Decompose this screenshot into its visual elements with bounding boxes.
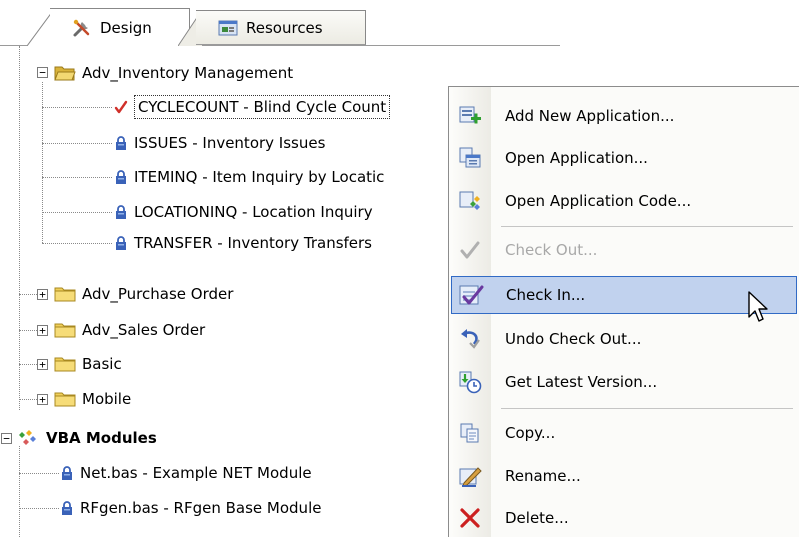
tree-item-locationinq[interactable]: LOCATIONINQ - Location Inquiry [114, 195, 373, 229]
menu-item-open-application[interactable]: Open Application... [451, 139, 797, 177]
menu-item-label: Check Out... [505, 241, 598, 259]
menu-item-label: Check In... [506, 286, 586, 304]
lock-icon [116, 136, 126, 150]
tree-item-label: TRANSFER - Inventory Transfers [134, 234, 373, 252]
tree-item-label: Net.bas - Example NET Module [80, 464, 312, 482]
tab-strip: Design Resources [0, 0, 560, 46]
tree-item-transfer[interactable]: TRANSFER - Inventory Transfers [114, 226, 372, 260]
tree-folder-adv-sales-order[interactable]: Adv_Sales Order [54, 313, 205, 347]
expander-vba-modules[interactable]: − [1, 433, 12, 444]
tree-item-label: LOCATIONINQ - Location Inquiry [134, 203, 373, 221]
tree-item-label: RFgen.bas - RFgen Base Module [80, 499, 322, 517]
tree-item-label: ISSUES - Inventory Issues [134, 134, 326, 152]
menu-separator [501, 226, 793, 227]
tree-folder-adv-inventory[interactable]: Adv_Inventory Management [54, 56, 293, 90]
tab-design[interactable]: Design [50, 8, 190, 46]
lock-icon [62, 501, 72, 515]
menu-item-label: Add New Application... [505, 107, 675, 125]
mouse-cursor-icon [748, 291, 768, 322]
get-latest-icon [459, 371, 482, 394]
menu-item-get-latest-version[interactable]: Get Latest Version... [451, 363, 797, 401]
tree-item-label: ITEMINQ - Item Inquiry by Locatic [134, 168, 385, 186]
expander-basic[interactable]: + [37, 359, 48, 370]
tree-line [19, 446, 20, 537]
menu-item-delete[interactable]: Delete... [451, 499, 797, 537]
folder-icon [54, 357, 76, 372]
checkmark-icon [114, 100, 128, 114]
menu-separator [501, 408, 793, 409]
tree-item-label: CYCLECOUNT - Blind Cycle Count [134, 95, 391, 119]
delete-icon [460, 508, 480, 528]
tree-folder-label: Mobile [82, 390, 132, 408]
menu-item-label: Undo Check Out... [505, 330, 642, 348]
tree-line [19, 508, 59, 509]
tree-folder-basic[interactable]: Basic [54, 347, 122, 381]
copy-icon [460, 423, 479, 443]
tree-folder-mobile[interactable]: Mobile [54, 382, 131, 416]
expander-adv-inventory[interactable]: − [37, 67, 48, 78]
tree-folder-label: Basic [82, 355, 122, 373]
open-application-icon [459, 147, 481, 168]
tree-item-net-bas[interactable]: Net.bas - Example NET Module [60, 456, 312, 490]
tab-resources[interactable]: Resources [196, 10, 366, 45]
tab-resources-label: Resources [246, 18, 323, 37]
folder-icon [54, 323, 76, 338]
lock-icon [116, 205, 126, 219]
menu-item-check-out[interactable]: Check Out... [451, 231, 797, 269]
resources-icon [218, 20, 238, 35]
expander-mobile[interactable]: + [37, 394, 48, 405]
undo-icon [461, 329, 480, 349]
menu-item-label: Open Application Code... [505, 192, 692, 210]
lock-icon [116, 236, 126, 250]
check-out-icon [460, 241, 480, 259]
menu-item-label: Open Application... [505, 149, 648, 167]
menu-item-label: Get Latest Version... [505, 373, 658, 391]
tree-folder-label: VBA Modules [46, 429, 157, 447]
menu-item-copy[interactable]: Copy... [451, 414, 797, 452]
tree-line [19, 473, 59, 474]
open-folder-icon [54, 66, 76, 81]
menu-item-rename[interactable]: Rename... [451, 457, 797, 495]
tree-line [42, 177, 112, 178]
tree-folder-vba-modules[interactable]: VBA Modules [18, 421, 157, 455]
menu-item-label: Rename... [505, 467, 581, 485]
expander-adv-sales-order[interactable]: + [37, 325, 48, 336]
menu-item-check-in[interactable]: Check In... [451, 276, 797, 314]
menu-item-add-new-application[interactable]: Add New Application... [451, 97, 797, 135]
tree-folder-label: Adv_Sales Order [82, 321, 206, 339]
lock-icon [62, 466, 72, 480]
tree-folder-adv-purchase-order[interactable]: Adv_Purchase Order [54, 277, 233, 311]
menu-item-label: Delete... [505, 509, 569, 527]
tree-line [42, 107, 112, 108]
tree-item-cyclecount[interactable]: CYCLECOUNT - Blind Cycle Count [114, 90, 391, 124]
folder-icon [54, 287, 76, 302]
tree-folder-label: Adv_Purchase Order [82, 285, 234, 303]
tree-item-issues[interactable]: ISSUES - Inventory Issues [114, 126, 325, 160]
tree-line [42, 143, 112, 144]
open-code-icon [459, 191, 480, 210]
tree-line [42, 212, 112, 213]
tree-item-iteminq[interactable]: ITEMINQ - Item Inquiry by Locatic [114, 160, 384, 194]
expander-adv-purchase-order[interactable]: + [37, 289, 48, 300]
vba-modules-icon [19, 430, 36, 445]
tools-icon [73, 19, 90, 36]
tree-item-rfgen-bas[interactable]: RFgen.bas - RFgen Base Module [60, 491, 321, 525]
tab-design-label: Design [100, 18, 152, 37]
menu-item-undo-check-out[interactable]: Undo Check Out... [451, 320, 797, 358]
rename-icon [459, 467, 482, 487]
tree-folder-label: Adv_Inventory Management [82, 64, 294, 82]
lock-icon [116, 170, 126, 184]
menu-item-label: Copy... [505, 424, 556, 442]
check-in-icon [459, 285, 484, 305]
tree-line [19, 46, 20, 410]
folder-icon [54, 392, 76, 407]
tree-line [42, 243, 112, 244]
add-application-icon [459, 106, 481, 124]
menu-item-open-application-code[interactable]: Open Application Code... [451, 182, 797, 220]
